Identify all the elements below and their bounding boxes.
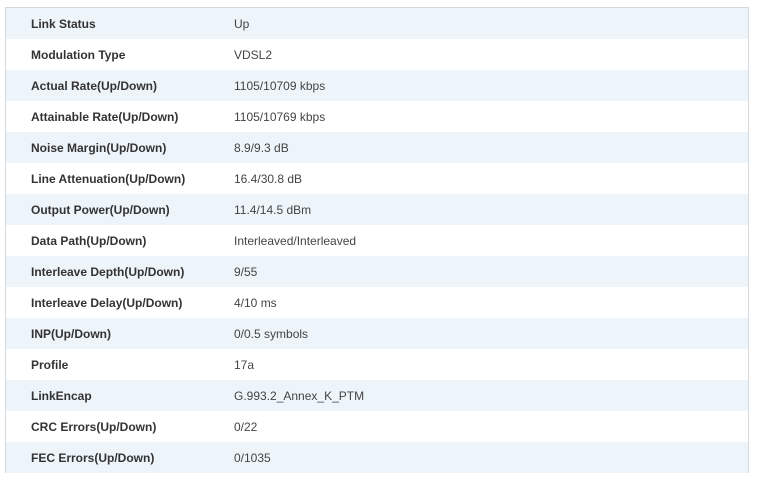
row-interleave-depth: Interleave Depth(Up/Down) 9/55 [6,256,748,287]
row-actual-rate: Actual Rate(Up/Down) 1105/10709 kbps [6,70,748,101]
profile-value: 17a [234,357,255,372]
row-fec-errors: FEC Errors(Up/Down) 0/1035 [6,442,748,473]
link-status-value: Up [234,16,250,31]
row-link-status: Link Status Up [6,8,748,39]
link-encap-label: LinkEncap [31,388,92,403]
dsl-status-table: Link Status Up Modulation Type VDSL2 Act… [5,7,749,473]
inp-label: INP(Up/Down) [31,326,111,341]
line-attenuation-value: 16.4/30.8 dB [234,171,303,186]
row-crc-errors: CRC Errors(Up/Down) 0/22 [6,411,748,442]
line-attenuation-label: Line Attenuation(Up/Down) [31,171,186,186]
row-interleave-delay: Interleave Delay(Up/Down) 4/10 ms [6,287,748,318]
actual-rate-label: Actual Rate(Up/Down) [31,78,157,93]
fec-errors-label: FEC Errors(Up/Down) [31,450,155,465]
output-power-value: 11.4/14.5 dBm [234,202,312,217]
interleave-delay-value: 4/10 ms [234,295,277,310]
interleave-depth-value: 9/55 [234,264,258,279]
row-modulation-type: Modulation Type VDSL2 [6,39,748,70]
row-profile: Profile 17a [6,349,748,380]
link-encap-value: G.993.2_Annex_K_PTM [234,388,365,403]
modulation-type-value: VDSL2 [234,47,273,62]
crc-errors-value: 0/22 [234,419,258,434]
data-path-label: Data Path(Up/Down) [31,233,147,248]
profile-label: Profile [31,357,69,372]
row-link-encap: LinkEncap G.993.2_Annex_K_PTM [6,380,748,411]
row-inp: INP(Up/Down) 0/0.5 symbols [6,318,748,349]
data-path-value: Interleaved/Interleaved [234,233,357,248]
row-noise-margin: Noise Margin(Up/Down) 8.9/9.3 dB [6,132,748,163]
attainable-rate-label: Attainable Rate(Up/Down) [31,109,179,124]
row-attainable-rate: Attainable Rate(Up/Down) 1105/10769 kbps [6,101,748,132]
noise-margin-label: Noise Margin(Up/Down) [31,140,167,155]
row-data-path: Data Path(Up/Down) Interleaved/Interleav… [6,225,748,256]
fec-errors-value: 0/1035 [234,450,271,465]
interleave-delay-label: Interleave Delay(Up/Down) [31,295,183,310]
attainable-rate-value: 1105/10769 kbps [234,109,326,124]
noise-margin-value: 8.9/9.3 dB [234,140,289,155]
actual-rate-value: 1105/10709 kbps [234,78,326,93]
row-output-power: Output Power(Up/Down) 11.4/14.5 dBm [6,194,748,225]
inp-value: 0/0.5 symbols [234,326,309,341]
modulation-type-label: Modulation Type [31,47,126,62]
output-power-label: Output Power(Up/Down) [31,202,170,217]
crc-errors-label: CRC Errors(Up/Down) [31,419,157,434]
interleave-depth-label: Interleave Depth(Up/Down) [31,264,185,279]
row-line-attenuation: Line Attenuation(Up/Down) 16.4/30.8 dB [6,163,748,194]
link-status-label: Link Status [31,16,96,31]
